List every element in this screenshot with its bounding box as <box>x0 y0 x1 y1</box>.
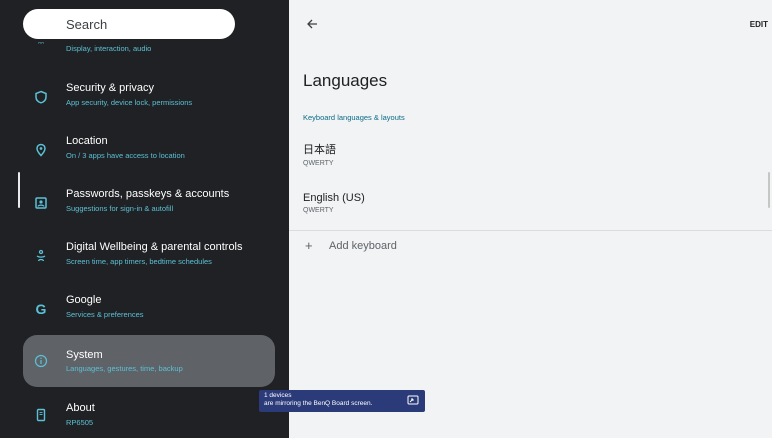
languages-panel: EDIT Languages Keyboard languages & layo… <box>289 0 772 438</box>
location-pin-icon <box>33 142 49 158</box>
phone-icon <box>33 407 49 423</box>
sidebar-item-title: Passwords, passkeys & accounts <box>66 188 230 200</box>
cast-icon[interactable] <box>407 395 419 406</box>
language-name: English (US) <box>303 192 365 204</box>
back-arrow-icon[interactable] <box>305 17 319 31</box>
language-item-english-us[interactable]: English (US) QWERTY <box>303 192 365 214</box>
toast-line-1: 1 devices <box>264 392 292 399</box>
sidebar-item-title: Digital Wellbeing & parental controls <box>66 241 243 253</box>
sidebar-item-security-privacy[interactable]: Security & privacy App security, device … <box>23 72 275 122</box>
search-bar[interactable]: Search <box>23 9 235 39</box>
main-scrollbar[interactable] <box>768 172 770 208</box>
sidebar-item-title: Google <box>66 294 102 306</box>
sidebar-item-subtitle: Screen time, app timers, bedtime schedul… <box>66 257 212 266</box>
wellbeing-icon <box>33 248 49 264</box>
page-title: Languages <box>303 71 388 90</box>
language-item-japanese[interactable]: 日本語 QWERTY <box>303 141 336 167</box>
plus-icon: + <box>305 238 313 253</box>
sidebar-item-system[interactable]: System Languages, gestures, time, backup <box>23 335 275 387</box>
settings-sidebar: ᵔᵔ Display, interaction, audio Search Se… <box>0 0 289 438</box>
language-name: 日本語 <box>303 144 336 156</box>
language-layout: QWERTY <box>303 207 334 214</box>
sidebar-item-title: Security & privacy <box>66 82 155 94</box>
sidebar-item-passwords-accounts[interactable]: Passwords, passkeys & accounts Suggestio… <box>23 178 275 228</box>
sidebar-item-title: Location <box>66 135 108 147</box>
accessibility-icon: ᵔᵔ <box>38 40 45 49</box>
sidebar-item-accessibility-subtitle[interactable]: Display, interaction, audio <box>66 44 151 53</box>
sidebar-item-location[interactable]: Location On / 3 apps have access to loca… <box>23 125 275 175</box>
screen-mirroring-toast[interactable]: 1 devices are mirroring the BenQ Board s… <box>259 390 425 412</box>
google-icon: G <box>35 301 47 317</box>
sidebar-scrollbar[interactable] <box>18 172 20 208</box>
sidebar-item-subtitle: RP6505 <box>66 418 94 427</box>
edit-button[interactable]: EDIT <box>750 20 768 29</box>
sidebar-item-subtitle: App security, device lock, permissions <box>66 98 193 107</box>
shield-icon <box>33 89 49 105</box>
sidebar-item-about[interactable]: About RP6505 <box>23 390 275 438</box>
add-keyboard-button[interactable]: + Add keyboard <box>305 238 397 253</box>
account-box-icon <box>33 195 49 211</box>
sidebar-item-google[interactable]: G Google Services & preferences <box>23 284 275 334</box>
sidebar-item-subtitle: Suggestions for sign-in & autofill <box>66 204 174 213</box>
sidebar-item-digital-wellbeing[interactable]: Digital Wellbeing & parental controls Sc… <box>23 231 275 281</box>
language-layout: QWERTY <box>303 160 334 167</box>
add-keyboard-label: Add keyboard <box>329 239 397 252</box>
sidebar-item-subtitle: On / 3 apps have access to location <box>66 151 185 160</box>
sidebar-item-title: About <box>66 402 95 414</box>
divider <box>289 230 772 231</box>
sidebar-item-title: System <box>66 349 103 361</box>
section-header-keyboard: Keyboard languages & layouts <box>303 113 405 122</box>
sidebar-item-subtitle: Services & preferences <box>66 310 144 319</box>
sidebar-item-subtitle: Languages, gestures, time, backup <box>66 364 183 373</box>
info-icon <box>33 353 49 369</box>
toast-line-2: are mirroring the BenQ Board screen. <box>264 400 373 407</box>
